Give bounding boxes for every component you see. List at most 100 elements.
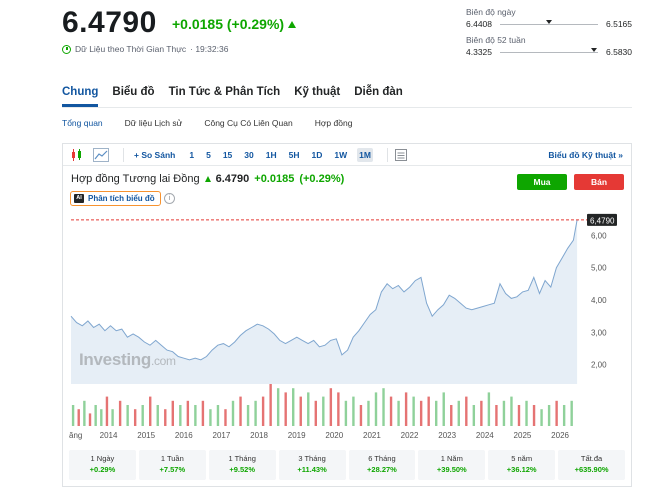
perf-1-day[interactable]: 1 Ngày +0.29% bbox=[69, 450, 136, 480]
x-tick-label: 2018 bbox=[250, 431, 268, 440]
tab-chart[interactable]: Biểu đồ bbox=[112, 86, 154, 107]
volume-bar bbox=[555, 400, 558, 426]
tab-news-analysis[interactable]: Tin Tức & Phân Tích bbox=[169, 86, 281, 107]
subtab-historical-data[interactable]: Dữ liệu Lịch sử bbox=[125, 118, 183, 128]
volume-bar bbox=[540, 409, 543, 426]
day-range-marker bbox=[546, 19, 552, 24]
volume-bar bbox=[465, 396, 468, 426]
volume-bar bbox=[179, 405, 182, 426]
perf-label: 5 năm bbox=[511, 454, 533, 463]
volume-bar bbox=[133, 409, 137, 426]
perf-label: 1 Tuần bbox=[160, 454, 184, 463]
current-price-label: 6,4790 bbox=[590, 216, 615, 225]
week52-range-label: Biên độ 52 tuần bbox=[466, 35, 526, 45]
subtab-related-instruments[interactable]: Công Cụ Có Liên Quan bbox=[204, 118, 292, 128]
y-tick-label: 3,00 bbox=[591, 328, 607, 337]
perf-label: 6 Tháng bbox=[368, 454, 396, 463]
x-tick-label: 2025 bbox=[514, 431, 532, 440]
x-tick-label: 2021 bbox=[363, 431, 381, 440]
x-tick-label: 2014 bbox=[100, 431, 118, 440]
volume-bar bbox=[156, 405, 159, 426]
volume-bar bbox=[374, 392, 378, 426]
realtime-status: Dữ Liệu theo Thời Gian Thực · 19:32:36 bbox=[62, 44, 228, 54]
tab-forum[interactable]: Diễn đàn bbox=[354, 86, 403, 107]
volume-bar bbox=[307, 392, 310, 426]
x-tick-label: 2017 bbox=[213, 431, 231, 440]
volume-bar bbox=[246, 405, 250, 426]
up-arrow-icon bbox=[288, 21, 297, 28]
perf-1-week[interactable]: 1 Tuần +7.57% bbox=[138, 450, 206, 480]
tab-technical[interactable]: Kỹ thuật bbox=[294, 86, 340, 107]
quote-change-value: +0.0185 (+0.29%) bbox=[172, 16, 285, 32]
volume-bar bbox=[292, 388, 295, 426]
perf-label: 1 Tháng bbox=[228, 454, 256, 463]
perf-label: 1 Năm bbox=[440, 454, 463, 463]
x-tick-label: 2020 bbox=[325, 431, 343, 440]
volume-bar bbox=[171, 400, 174, 426]
week52-range-low: 4.3325 bbox=[466, 47, 492, 57]
x-tick-label: 2015 bbox=[137, 431, 155, 440]
perf-value: +9.52% bbox=[229, 465, 256, 474]
volume-bar bbox=[329, 388, 333, 426]
volume-bar bbox=[83, 400, 86, 426]
volume-bar bbox=[442, 392, 445, 426]
x-tick-label: 2026 bbox=[551, 431, 569, 440]
investing-watermark: Investing.com bbox=[79, 350, 176, 370]
tab-overview[interactable]: Chung bbox=[62, 86, 99, 107]
perf-value: +635.90% bbox=[574, 465, 609, 474]
volume-bar bbox=[261, 396, 265, 426]
perf-value: +11.43% bbox=[297, 465, 327, 474]
quote-price: 6.4790 bbox=[62, 6, 157, 39]
volume-bar bbox=[231, 400, 235, 426]
volume-bar bbox=[118, 400, 122, 426]
perf-label: 1 Ngày bbox=[90, 454, 115, 463]
week52-range-high: 6.5830 bbox=[606, 47, 632, 57]
y-tick-label: 4,00 bbox=[591, 296, 607, 305]
volume-bar bbox=[412, 396, 415, 426]
perf-1-year[interactable]: 1 Năm +39.50% bbox=[418, 450, 486, 480]
volume-bar bbox=[404, 392, 408, 426]
volume-bar bbox=[359, 405, 363, 426]
perf-value: +28.27% bbox=[367, 465, 397, 474]
volume-bar bbox=[216, 405, 220, 426]
volume-bar bbox=[570, 400, 573, 426]
volume-bar bbox=[495, 405, 498, 426]
volume-bar bbox=[105, 396, 109, 426]
volume-bar bbox=[344, 400, 348, 426]
subtab-contracts[interactable]: Hợp đồng bbox=[315, 118, 353, 128]
volume-bar bbox=[352, 396, 355, 426]
week52-range-bar bbox=[500, 47, 598, 53]
volume-bar bbox=[299, 396, 302, 426]
volume-bar bbox=[100, 409, 103, 426]
volume-bar bbox=[284, 392, 287, 426]
volume-bar bbox=[209, 409, 212, 426]
volume-bar bbox=[547, 405, 551, 426]
volume-bar bbox=[562, 405, 566, 426]
clock-icon bbox=[62, 44, 71, 54]
sub-tabs: Tổng quan Dữ liệu Lịch sử Công Cụ Có Liê… bbox=[62, 118, 352, 128]
volume-bar bbox=[71, 405, 75, 426]
volume-bar bbox=[450, 405, 453, 426]
day-range-label: Biên độ ngày bbox=[466, 7, 516, 17]
volume-bar bbox=[419, 400, 423, 426]
subtab-summary[interactable]: Tổng quan bbox=[62, 118, 103, 128]
volume-bar bbox=[164, 409, 167, 426]
volume-bar bbox=[480, 400, 483, 426]
perf-all-time[interactable]: Tất.đa +635.90% bbox=[558, 450, 625, 480]
perf-6-month[interactable]: 6 Tháng +28.27% bbox=[348, 450, 416, 480]
perf-1-month[interactable]: 1 Tháng +9.52% bbox=[208, 450, 276, 480]
volume-bar bbox=[510, 396, 513, 426]
x-tick-label: 2022 bbox=[401, 431, 419, 440]
price-chart[interactable]: 6,4790 6,00 5,00 4,00 3,00 2,00 ăng 2014 2015 201… bbox=[63, 144, 631, 444]
x-tick-label: 2024 bbox=[476, 431, 494, 440]
day-range-bar bbox=[500, 19, 598, 25]
perf-3-month[interactable]: 3 Tháng +11.43% bbox=[278, 450, 346, 480]
volume-bar bbox=[269, 384, 272, 426]
x-tick-label: 2023 bbox=[438, 431, 456, 440]
volume-bar bbox=[239, 396, 242, 426]
volume-bar bbox=[314, 400, 317, 426]
perf-5-year[interactable]: 5 năm +36.12% bbox=[488, 450, 556, 480]
perf-value: +36.12% bbox=[506, 465, 537, 474]
volume-bar bbox=[532, 405, 536, 426]
day-range-high: 6.5165 bbox=[606, 19, 632, 29]
